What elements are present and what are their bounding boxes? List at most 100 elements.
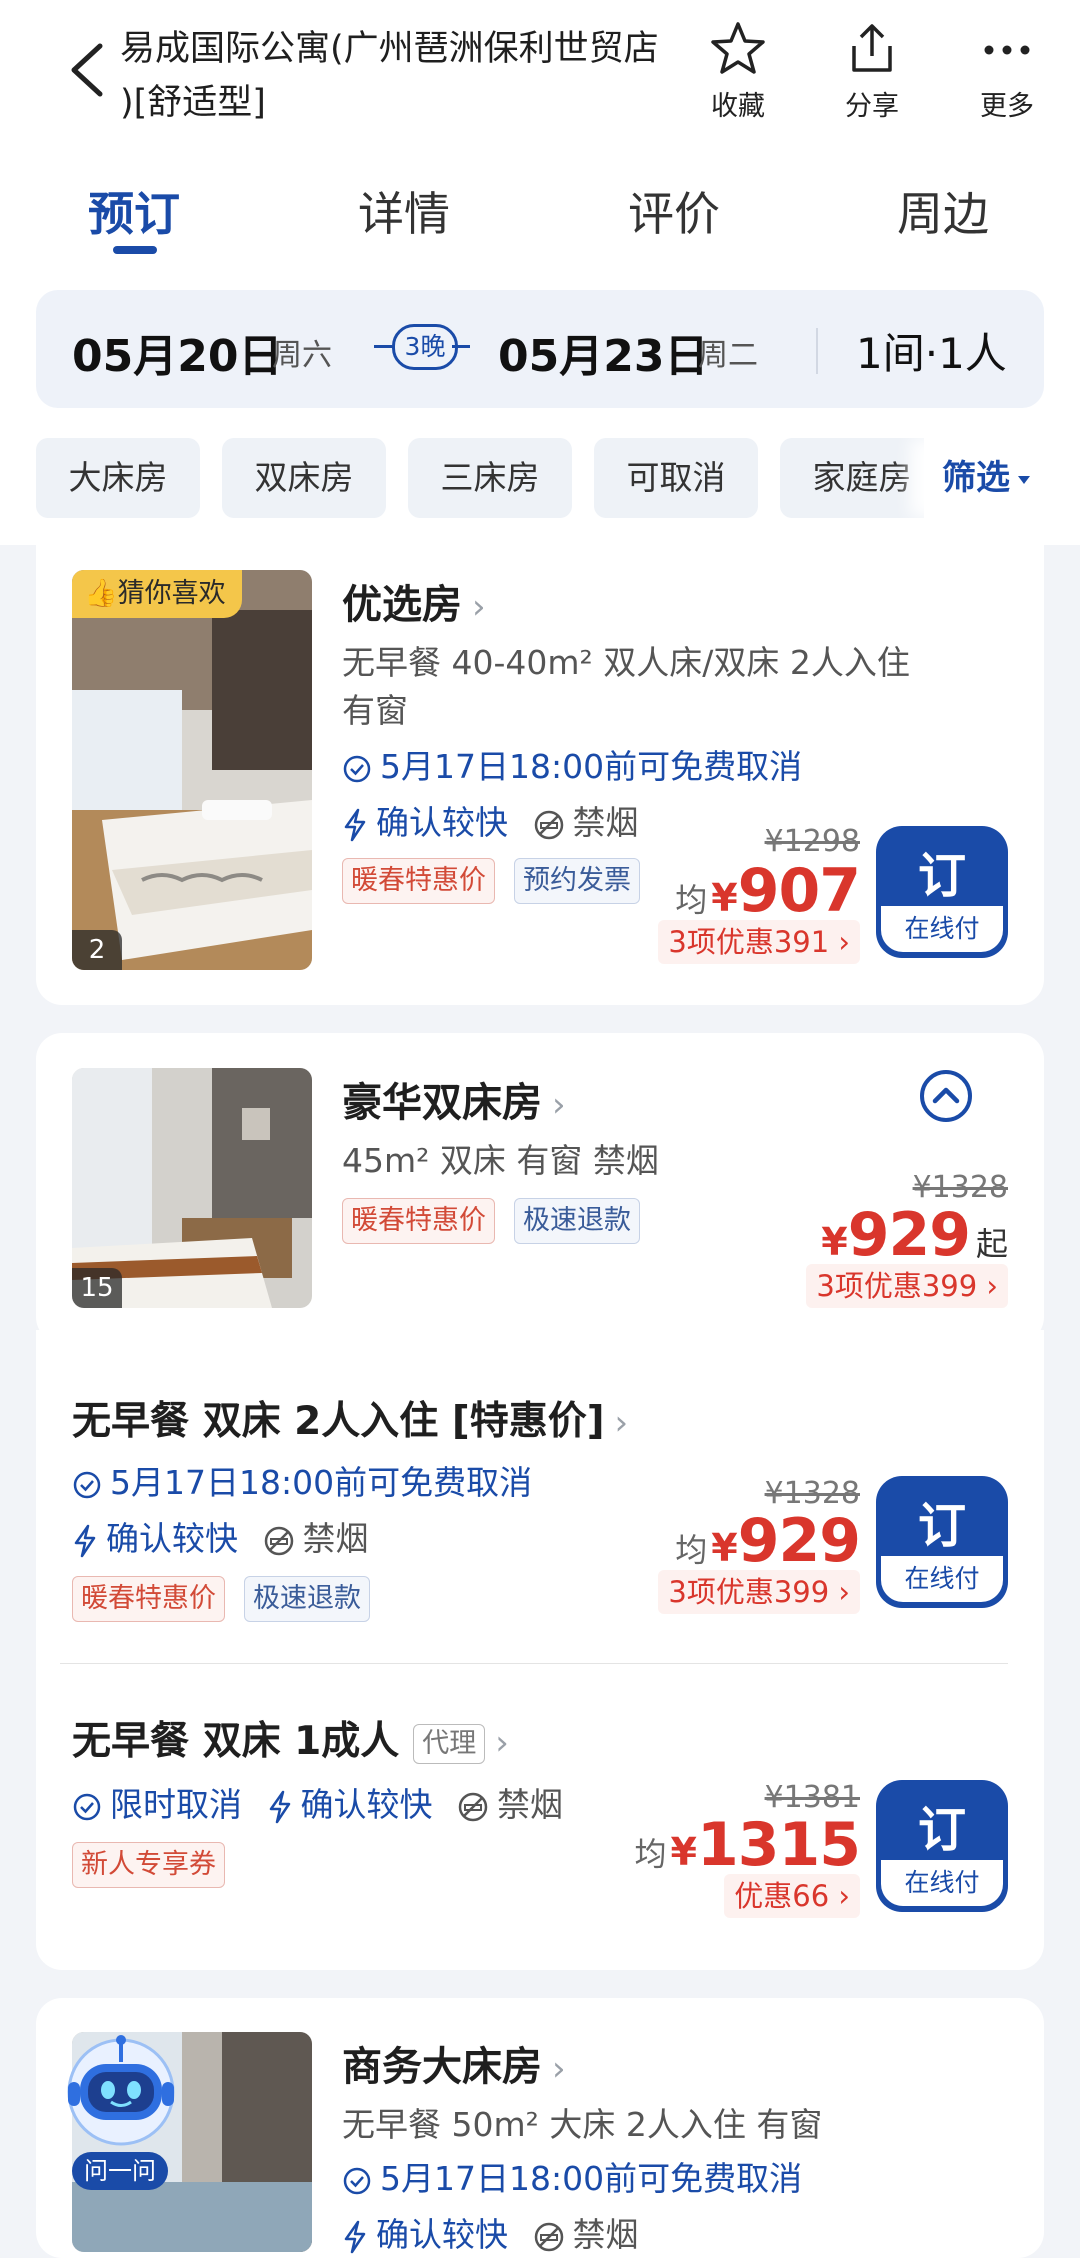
room-photo-image	[72, 570, 312, 970]
room-name-text: 优选房	[342, 582, 462, 628]
promo-link[interactable]: 3项优惠399 ›	[806, 1264, 1008, 1308]
ai-assistant-label: 问一问	[72, 2152, 168, 2190]
tab-details[interactable]: 详情	[358, 178, 450, 244]
book-button-sub: 在线付	[881, 906, 1003, 952]
average-label: 均	[675, 1531, 708, 1569]
book-button[interactable]: 订 在线付	[876, 1780, 1008, 1912]
filter-chip-cancellable[interactable]: 可取消	[594, 438, 758, 518]
average-label: 均	[675, 881, 708, 919]
agent-tag: 代理	[413, 1723, 486, 1764]
confirm-text: 确认较快	[376, 803, 508, 842]
checkout-date[interactable]: 05月23日	[498, 320, 708, 384]
back-button[interactable]	[62, 40, 112, 100]
filter-chip-triple[interactable]: 三床房	[408, 438, 572, 518]
guess-you-like-label: 猜你喜欢	[117, 578, 226, 609]
check-circle-icon	[73, 1471, 101, 1498]
room-desc-line1: 无早餐 50m² 大床 2人入住 有窗	[342, 2105, 823, 2144]
tab-nearby[interactable]: 周边	[897, 178, 989, 244]
lightning-icon	[344, 808, 366, 841]
rate-plan-title-text: 无早餐 双床 2人入住 [特惠价]	[72, 1399, 605, 1444]
filter-button[interactable]: 筛选	[924, 438, 1080, 518]
confirm-text: 确认较快	[376, 2215, 508, 2254]
free-cancel-text: 5月17日18:00前可免费取消	[380, 747, 803, 786]
no-smoking-text: 禁烟	[572, 803, 639, 842]
back-arrow-icon	[71, 43, 103, 97]
photo-count: 15	[72, 1268, 122, 1308]
tab-reviews[interactable]: 评价	[628, 178, 720, 244]
room-name[interactable]: 优选房 ›	[342, 572, 486, 630]
features-line: 限时取消 确认较快 禁烟	[72, 1778, 563, 1826]
book-button[interactable]: 订 在线付	[876, 826, 1008, 958]
hotel-title: 易成国际公寓(广州琶洲保利世贸店 )[舒适型]	[120, 22, 690, 130]
tag-fast-refund: 极速退款	[514, 1198, 640, 1244]
more-icon	[984, 45, 1030, 55]
collapse-chevron-up-icon[interactable]	[918, 1068, 974, 1124]
thumbs-up-icon: 👍	[84, 578, 118, 609]
price-value: 929	[737, 1506, 861, 1576]
rate-plan-title[interactable]: 无早餐 双床 2人入住 [特惠价] ›	[72, 1390, 628, 1446]
price-value: 1315	[697, 1810, 861, 1880]
checkin-date[interactable]: 05月20日	[72, 320, 282, 384]
chevron-right-icon: ›	[614, 1403, 629, 1443]
price-from-suffix: 起	[975, 1225, 1008, 1263]
photo-count: 2	[72, 930, 122, 970]
book-button[interactable]: 订 在线付	[876, 1476, 1008, 1608]
rooms-guests[interactable]: 1间·1人	[856, 320, 1007, 381]
favorite-button[interactable]: 收藏	[683, 20, 793, 130]
date-selector[interactable]: 05月20日 周六 3晚 05月23日 周二 1间·1人	[36, 290, 1044, 408]
no-smoking-icon	[534, 2222, 563, 2251]
tag-spring-deal: 暖春特惠价	[342, 858, 495, 904]
filter-chip-king[interactable]: 大床房	[36, 438, 200, 518]
tab-book[interactable]: 预订	[88, 178, 180, 244]
limited-cancel-text: 限时取消	[110, 1785, 242, 1824]
currency-symbol: ¥	[821, 1220, 848, 1264]
check-circle-icon	[343, 2167, 371, 2194]
confirm-line: 确认较快 禁烟	[72, 1512, 369, 1560]
promo-link[interactable]: 3项优惠391 ›	[658, 920, 860, 964]
book-button-sub: 在线付	[881, 1556, 1003, 1602]
promo-link[interactable]: 优惠66 ›	[724, 1874, 860, 1918]
book-button-label: 订	[917, 1498, 966, 1554]
more-button[interactable]: 更多	[952, 20, 1062, 130]
currency-symbol: ¥	[711, 876, 738, 920]
lightning-icon	[269, 1790, 290, 1823]
ai-assistant-button[interactable]: 问一问	[58, 2030, 184, 2202]
filter-chip-twin[interactable]: 双床房	[222, 438, 386, 518]
no-smoking-text: 禁烟	[302, 1519, 369, 1558]
share-button[interactable]: 分享	[817, 20, 927, 130]
tag-new-user-coupon: 新人专享券	[72, 1842, 225, 1888]
filter-caret-icon	[1018, 475, 1030, 484]
book-button-label: 订	[917, 1802, 966, 1858]
active-tab-indicator	[113, 246, 157, 254]
chevron-right-icon: ›	[495, 1723, 509, 1763]
nights-line-left	[374, 345, 392, 348]
confirm-line: 确认较快 禁烟	[342, 2208, 639, 2256]
room-desc-line1: 45m² 双床 有窗 禁烟	[342, 1141, 659, 1180]
room-desc-line2: 有窗	[342, 691, 408, 730]
rate-plan-title-text: 无早餐 双床 1成人	[72, 1719, 400, 1764]
free-cancel-line: 5月17日18:00前可免费取消	[342, 2152, 802, 2200]
chevron-right-icon: ›	[552, 1085, 566, 1125]
filter-label: 筛选	[942, 458, 1010, 498]
share-label: 分享	[845, 91, 899, 122]
tag-invoice: 预约发票	[514, 858, 640, 904]
no-smoking-text: 禁烟	[497, 1785, 563, 1824]
checkout-weekday: 周二	[698, 338, 758, 373]
tag-spring-deal: 暖春特惠价	[342, 1198, 495, 1244]
room-name[interactable]: 豪华双床房 ›	[342, 1070, 566, 1128]
favorite-label: 收藏	[711, 91, 765, 122]
room-photo-preferred[interactable]: 👍猜你喜欢 2	[72, 570, 312, 970]
filter-chip-family[interactable]: 家庭房	[780, 438, 944, 518]
free-cancel-text: 5月17日18:00前可免费取消	[110, 1463, 533, 1502]
original-price: ¥1298	[764, 824, 860, 859]
rate-plan-title[interactable]: 无早餐 双床 1成人 代理 ›	[72, 1710, 509, 1766]
currency-symbol: ¥	[711, 1526, 738, 1570]
star-icon	[711, 22, 765, 74]
hotel-title-line1: 易成国际公寓(广州琶洲保利世贸店	[120, 29, 659, 69]
room-name[interactable]: 商务大床房 ›	[342, 2034, 566, 2092]
room-photo-deluxe-twin[interactable]: 15	[72, 1068, 312, 1308]
chevron-right-icon: ›	[552, 2049, 566, 2089]
promo-link[interactable]: 3项优惠399 ›	[658, 1570, 860, 1614]
share-icon	[852, 24, 892, 72]
current-price: 均 ¥1315	[635, 1810, 861, 1880]
